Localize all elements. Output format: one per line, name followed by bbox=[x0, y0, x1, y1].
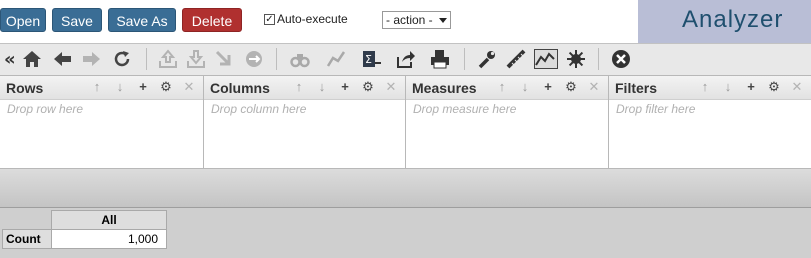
delete-button[interactable]: Delete bbox=[182, 8, 242, 32]
home-icon[interactable] bbox=[22, 49, 42, 69]
pivot-corner bbox=[2, 210, 52, 230]
chart-icon[interactable] bbox=[534, 49, 558, 69]
arrow-down-icon[interactable]: ↓ bbox=[314, 79, 330, 95]
gear-icon[interactable]: ⚙ bbox=[158, 79, 174, 95]
gear-icon[interactable]: ⚙ bbox=[563, 79, 579, 95]
arrow-up-icon[interactable]: ↑ bbox=[494, 79, 510, 95]
filters-drop-zone[interactable]: Drop filter here bbox=[616, 102, 695, 116]
report-area: All Count 1,000 bbox=[0, 208, 811, 258]
close-circle-icon[interactable] bbox=[611, 49, 631, 69]
svg-text:«: « bbox=[4, 49, 16, 69]
toolbar-divider bbox=[146, 48, 147, 70]
toolbar-divider bbox=[464, 48, 465, 70]
action-select[interactable]: - action - bbox=[382, 11, 451, 29]
add-icon[interactable]: + bbox=[135, 79, 151, 95]
save-button[interactable]: Save bbox=[52, 8, 102, 32]
auto-execute-option: ✓ Auto-execute bbox=[264, 12, 348, 26]
brand-title: Analyzer bbox=[682, 6, 784, 33]
auto-execute-label: Auto-execute bbox=[277, 12, 348, 26]
toolbar-divider bbox=[598, 48, 599, 70]
rows-drop-zone[interactable]: Drop row here bbox=[7, 102, 83, 116]
arrow-up-icon[interactable]: ↑ bbox=[89, 79, 105, 95]
gear-icon[interactable]: ⚙ bbox=[766, 79, 782, 95]
drill-icon[interactable] bbox=[214, 49, 234, 69]
close-icon[interactable]: ✕ bbox=[586, 79, 602, 95]
measures-panel[interactable]: Measures ↑ ↓ + ⚙ ✕ Drop measure here bbox=[406, 76, 609, 169]
measures-panel-header: Measures ↑ ↓ + ⚙ ✕ bbox=[406, 76, 608, 100]
top-bar: Open Save Save As Delete ✓ Auto-execute … bbox=[0, 0, 811, 43]
action-select-value: - action - bbox=[386, 13, 433, 27]
columns-panel-header: Columns ↑ ↓ + ⚙ ✕ bbox=[204, 76, 405, 100]
auto-execute-checkbox[interactable]: ✓ bbox=[264, 13, 275, 25]
brand-area: Analyzer bbox=[638, 0, 811, 43]
open-button[interactable]: Open bbox=[0, 8, 46, 32]
close-icon[interactable]: ✕ bbox=[383, 79, 399, 95]
add-icon[interactable]: + bbox=[540, 79, 556, 95]
refresh-icon[interactable] bbox=[112, 49, 132, 69]
collapse-icon[interactable]: « bbox=[2, 49, 22, 70]
columns-drop-zone[interactable]: Drop column here bbox=[211, 102, 306, 116]
arrow-down-icon[interactable]: ↓ bbox=[517, 79, 533, 95]
save-as-button[interactable]: Save As bbox=[108, 8, 176, 32]
columns-panel[interactable]: Columns ↑ ↓ + ⚙ ✕ Drop column here bbox=[204, 76, 406, 169]
columns-panel-title: Columns bbox=[210, 80, 270, 96]
chevron-down-icon bbox=[439, 18, 447, 23]
filters-panel-title: Filters bbox=[615, 80, 658, 96]
ruler-icon[interactable] bbox=[506, 49, 526, 69]
svg-text:Σ: Σ bbox=[365, 53, 372, 66]
find-icon[interactable] bbox=[290, 49, 310, 69]
measures-drop-zone[interactable]: Drop measure here bbox=[413, 102, 516, 116]
close-icon[interactable]: ✕ bbox=[181, 79, 197, 95]
toolbar-divider bbox=[276, 48, 277, 70]
formula-icon[interactable]: Σ bbox=[362, 49, 382, 69]
share-icon[interactable] bbox=[396, 49, 416, 69]
arrow-up-icon[interactable]: ↑ bbox=[291, 79, 307, 95]
rows-panel-header: Rows ↑ ↓ + ⚙ ✕ bbox=[0, 76, 203, 100]
close-icon[interactable]: ✕ bbox=[789, 79, 805, 95]
arrow-down-icon[interactable]: ↓ bbox=[112, 79, 128, 95]
gear-icon[interactable]: ⚙ bbox=[360, 79, 376, 95]
add-icon[interactable]: + bbox=[743, 79, 759, 95]
filters-panel[interactable]: Filters ↑ ↓ + ⚙ ✕ Drop filter here bbox=[609, 76, 811, 169]
export-icon[interactable] bbox=[158, 49, 178, 69]
wrench-icon[interactable] bbox=[477, 49, 497, 69]
redo-icon[interactable] bbox=[82, 49, 102, 69]
toolbar: « Σ bbox=[0, 43, 811, 75]
layout-panels: Rows ↑ ↓ + ⚙ ✕ Drop row here Columns ↑ ↓… bbox=[0, 75, 811, 169]
value-cell[interactable]: 1,000 bbox=[51, 229, 167, 249]
print-icon[interactable] bbox=[430, 49, 450, 69]
column-header-cell[interactable]: All bbox=[51, 210, 167, 230]
link-icon[interactable] bbox=[244, 49, 264, 69]
report-header-strip bbox=[0, 169, 811, 208]
filters-panel-header: Filters ↑ ↓ + ⚙ ✕ bbox=[609, 76, 811, 100]
undo-icon[interactable] bbox=[52, 49, 72, 69]
rows-panel[interactable]: Rows ↑ ↓ + ⚙ ✕ Drop row here bbox=[0, 76, 204, 169]
add-icon[interactable]: + bbox=[337, 79, 353, 95]
chart-line-icon[interactable] bbox=[326, 49, 346, 69]
import-icon[interactable] bbox=[186, 49, 206, 69]
arrow-down-icon[interactable]: ↓ bbox=[720, 79, 736, 95]
row-header-cell[interactable]: Count bbox=[2, 229, 52, 249]
arrow-up-icon[interactable]: ↑ bbox=[697, 79, 713, 95]
pivot-table: All Count 1,000 bbox=[2, 210, 167, 249]
measures-panel-title: Measures bbox=[412, 80, 477, 96]
rows-panel-title: Rows bbox=[6, 80, 44, 96]
sunburst-icon[interactable] bbox=[566, 49, 586, 69]
